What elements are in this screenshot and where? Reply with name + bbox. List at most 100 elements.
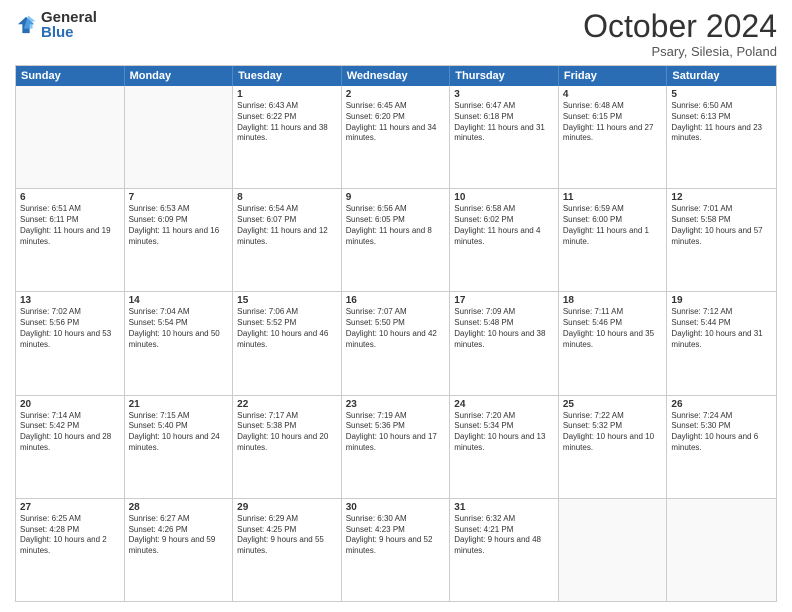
day-cell: 2Sunrise: 6:45 AM Sunset: 6:20 PM Daylig… — [342, 86, 451, 188]
weekday-header: Tuesday — [233, 66, 342, 86]
day-cell: 10Sunrise: 6:58 AM Sunset: 6:02 PM Dayli… — [450, 189, 559, 291]
day-number: 7 — [129, 192, 229, 203]
weekday-header: Monday — [125, 66, 234, 86]
day-info: Sunrise: 7:11 AM Sunset: 5:46 PM Dayligh… — [563, 307, 663, 350]
day-number: 31 — [454, 502, 554, 513]
day-number: 15 — [237, 295, 337, 306]
empty-cell — [125, 86, 234, 188]
calendar-row: 13Sunrise: 7:02 AM Sunset: 5:56 PM Dayli… — [16, 291, 776, 394]
day-cell: 20Sunrise: 7:14 AM Sunset: 5:42 PM Dayli… — [16, 396, 125, 498]
day-number: 14 — [129, 295, 229, 306]
calendar-row: 27Sunrise: 6:25 AM Sunset: 4:28 PM Dayli… — [16, 498, 776, 601]
logo: General Blue — [15, 10, 97, 40]
weekday-header: Wednesday — [342, 66, 451, 86]
day-number: 3 — [454, 89, 554, 100]
day-info: Sunrise: 7:07 AM Sunset: 5:50 PM Dayligh… — [346, 307, 446, 350]
day-info: Sunrise: 7:01 AM Sunset: 5:58 PM Dayligh… — [671, 204, 772, 247]
calendar-header: SundayMondayTuesdayWednesdayThursdayFrid… — [16, 66, 776, 86]
day-cell: 17Sunrise: 7:09 AM Sunset: 5:48 PM Dayli… — [450, 292, 559, 394]
day-info: Sunrise: 6:47 AM Sunset: 6:18 PM Dayligh… — [454, 101, 554, 144]
day-cell: 26Sunrise: 7:24 AM Sunset: 5:30 PM Dayli… — [667, 396, 776, 498]
day-number: 2 — [346, 89, 446, 100]
calendar: SundayMondayTuesdayWednesdayThursdayFrid… — [15, 65, 777, 602]
day-cell: 28Sunrise: 6:27 AM Sunset: 4:26 PM Dayli… — [125, 499, 234, 601]
day-cell: 23Sunrise: 7:19 AM Sunset: 5:36 PM Dayli… — [342, 396, 451, 498]
day-cell: 21Sunrise: 7:15 AM Sunset: 5:40 PM Dayli… — [125, 396, 234, 498]
day-info: Sunrise: 7:12 AM Sunset: 5:44 PM Dayligh… — [671, 307, 772, 350]
day-cell: 22Sunrise: 7:17 AM Sunset: 5:38 PM Dayli… — [233, 396, 342, 498]
day-info: Sunrise: 6:53 AM Sunset: 6:09 PM Dayligh… — [129, 204, 229, 247]
day-cell: 12Sunrise: 7:01 AM Sunset: 5:58 PM Dayli… — [667, 189, 776, 291]
day-number: 12 — [671, 192, 772, 203]
day-cell: 25Sunrise: 7:22 AM Sunset: 5:32 PM Dayli… — [559, 396, 668, 498]
day-cell: 14Sunrise: 7:04 AM Sunset: 5:54 PM Dayli… — [125, 292, 234, 394]
day-cell: 30Sunrise: 6:30 AM Sunset: 4:23 PM Dayli… — [342, 499, 451, 601]
day-number: 28 — [129, 502, 229, 513]
day-cell: 3Sunrise: 6:47 AM Sunset: 6:18 PM Daylig… — [450, 86, 559, 188]
day-number: 9 — [346, 192, 446, 203]
day-info: Sunrise: 6:32 AM Sunset: 4:21 PM Dayligh… — [454, 514, 554, 557]
day-cell: 4Sunrise: 6:48 AM Sunset: 6:15 PM Daylig… — [559, 86, 668, 188]
location: Psary, Silesia, Poland — [583, 44, 777, 59]
day-number: 18 — [563, 295, 663, 306]
day-cell: 8Sunrise: 6:54 AM Sunset: 6:07 PM Daylig… — [233, 189, 342, 291]
day-cell: 29Sunrise: 6:29 AM Sunset: 4:25 PM Dayli… — [233, 499, 342, 601]
day-cell: 27Sunrise: 6:25 AM Sunset: 4:28 PM Dayli… — [16, 499, 125, 601]
weekday-header: Thursday — [450, 66, 559, 86]
header: General Blue October 2024 Psary, Silesia… — [15, 10, 777, 59]
day-cell: 1Sunrise: 6:43 AM Sunset: 6:22 PM Daylig… — [233, 86, 342, 188]
day-info: Sunrise: 6:50 AM Sunset: 6:13 PM Dayligh… — [671, 101, 772, 144]
day-info: Sunrise: 7:14 AM Sunset: 5:42 PM Dayligh… — [20, 411, 120, 454]
day-info: Sunrise: 6:25 AM Sunset: 4:28 PM Dayligh… — [20, 514, 120, 557]
day-info: Sunrise: 7:09 AM Sunset: 5:48 PM Dayligh… — [454, 307, 554, 350]
day-info: Sunrise: 6:58 AM Sunset: 6:02 PM Dayligh… — [454, 204, 554, 247]
day-number: 13 — [20, 295, 120, 306]
calendar-row: 20Sunrise: 7:14 AM Sunset: 5:42 PM Dayli… — [16, 395, 776, 498]
day-number: 23 — [346, 399, 446, 410]
weekday-header: Sunday — [16, 66, 125, 86]
day-number: 16 — [346, 295, 446, 306]
day-info: Sunrise: 7:22 AM Sunset: 5:32 PM Dayligh… — [563, 411, 663, 454]
day-info: Sunrise: 6:54 AM Sunset: 6:07 PM Dayligh… — [237, 204, 337, 247]
day-number: 21 — [129, 399, 229, 410]
logo-text: General Blue — [41, 10, 97, 40]
day-info: Sunrise: 7:15 AM Sunset: 5:40 PM Dayligh… — [129, 411, 229, 454]
day-info: Sunrise: 6:27 AM Sunset: 4:26 PM Dayligh… — [129, 514, 229, 557]
day-info: Sunrise: 6:51 AM Sunset: 6:11 PM Dayligh… — [20, 204, 120, 247]
day-number: 26 — [671, 399, 772, 410]
weekday-header: Saturday — [667, 66, 776, 86]
day-info: Sunrise: 6:30 AM Sunset: 4:23 PM Dayligh… — [346, 514, 446, 557]
day-number: 19 — [671, 295, 772, 306]
day-cell: 5Sunrise: 6:50 AM Sunset: 6:13 PM Daylig… — [667, 86, 776, 188]
day-number: 17 — [454, 295, 554, 306]
day-number: 24 — [454, 399, 554, 410]
calendar-row: 1Sunrise: 6:43 AM Sunset: 6:22 PM Daylig… — [16, 86, 776, 188]
day-number: 4 — [563, 89, 663, 100]
day-info: Sunrise: 7:02 AM Sunset: 5:56 PM Dayligh… — [20, 307, 120, 350]
page: General Blue October 2024 Psary, Silesia… — [0, 0, 792, 612]
calendar-row: 6Sunrise: 6:51 AM Sunset: 6:11 PM Daylig… — [16, 188, 776, 291]
empty-cell — [667, 499, 776, 601]
day-number: 1 — [237, 89, 337, 100]
day-cell: 18Sunrise: 7:11 AM Sunset: 5:46 PM Dayli… — [559, 292, 668, 394]
day-info: Sunrise: 7:06 AM Sunset: 5:52 PM Dayligh… — [237, 307, 337, 350]
day-cell: 9Sunrise: 6:56 AM Sunset: 6:05 PM Daylig… — [342, 189, 451, 291]
day-info: Sunrise: 6:56 AM Sunset: 6:05 PM Dayligh… — [346, 204, 446, 247]
day-number: 29 — [237, 502, 337, 513]
day-number: 22 — [237, 399, 337, 410]
day-info: Sunrise: 6:29 AM Sunset: 4:25 PM Dayligh… — [237, 514, 337, 557]
calendar-body: 1Sunrise: 6:43 AM Sunset: 6:22 PM Daylig… — [16, 86, 776, 601]
day-info: Sunrise: 7:24 AM Sunset: 5:30 PM Dayligh… — [671, 411, 772, 454]
title-block: October 2024 Psary, Silesia, Poland — [583, 10, 777, 59]
day-info: Sunrise: 7:20 AM Sunset: 5:34 PM Dayligh… — [454, 411, 554, 454]
day-info: Sunrise: 6:48 AM Sunset: 6:15 PM Dayligh… — [563, 101, 663, 144]
day-cell: 6Sunrise: 6:51 AM Sunset: 6:11 PM Daylig… — [16, 189, 125, 291]
day-cell: 19Sunrise: 7:12 AM Sunset: 5:44 PM Dayli… — [667, 292, 776, 394]
logo-blue: Blue — [41, 25, 97, 40]
day-info: Sunrise: 7:04 AM Sunset: 5:54 PM Dayligh… — [129, 307, 229, 350]
day-info: Sunrise: 7:19 AM Sunset: 5:36 PM Dayligh… — [346, 411, 446, 454]
day-info: Sunrise: 6:59 AM Sunset: 6:00 PM Dayligh… — [563, 204, 663, 247]
day-number: 11 — [563, 192, 663, 203]
day-info: Sunrise: 6:43 AM Sunset: 6:22 PM Dayligh… — [237, 101, 337, 144]
day-number: 6 — [20, 192, 120, 203]
